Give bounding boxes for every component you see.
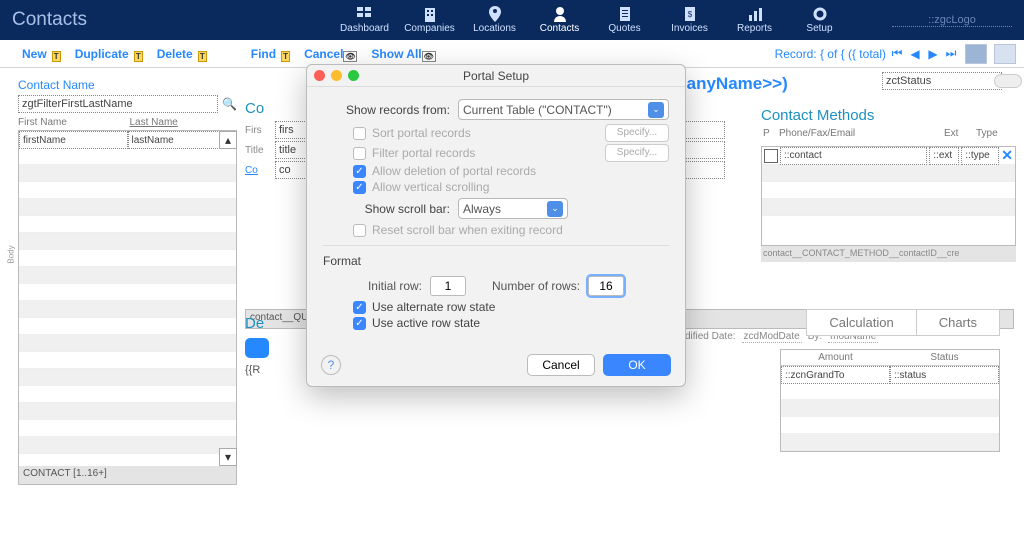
allow-scroll-checkbox[interactable]: ✓ bbox=[353, 181, 366, 194]
dropdown-icon: ⌄ bbox=[547, 201, 563, 217]
scrollbar-select[interactable]: Always ⌄ bbox=[458, 198, 568, 219]
help-button[interactable]: ? bbox=[321, 355, 341, 375]
filter-specify-button[interactable]: Specify... bbox=[605, 144, 669, 162]
modal-ok-button[interactable]: OK bbox=[603, 354, 671, 376]
reset-checkbox[interactable] bbox=[353, 224, 366, 237]
scrollbar-label: Show scroll bar: bbox=[323, 202, 458, 216]
sort-checkbox[interactable] bbox=[353, 127, 366, 140]
modal-title: Portal Setup bbox=[307, 65, 685, 87]
minimize-window-icon[interactable] bbox=[331, 70, 342, 81]
filter-checkbox[interactable] bbox=[353, 147, 366, 160]
modal-cancel-button[interactable]: Cancel bbox=[527, 354, 595, 376]
portal-setup-dialog: Portal Setup Show records from: Current … bbox=[306, 64, 686, 387]
modal-overlay: Portal Setup Show records from: Current … bbox=[0, 0, 1024, 559]
dropdown-icon: ⌄ bbox=[648, 102, 664, 118]
show-from-label: Show records from: bbox=[323, 103, 458, 117]
modal-titlebar: Portal Setup bbox=[307, 65, 685, 87]
active-row-checkbox[interactable]: ✓ bbox=[353, 317, 366, 330]
sort-specify-button[interactable]: Specify... bbox=[605, 124, 669, 142]
alt-row-checkbox[interactable]: ✓ bbox=[353, 301, 366, 314]
show-from-select[interactable]: Current Table ("CONTACT") ⌄ bbox=[458, 99, 669, 120]
allow-delete-checkbox[interactable]: ✓ bbox=[353, 165, 366, 178]
zoom-window-icon[interactable] bbox=[348, 70, 359, 81]
initial-row-input[interactable] bbox=[430, 276, 466, 296]
numrows-label: Number of rows: bbox=[492, 279, 580, 293]
number-of-rows-input[interactable] bbox=[588, 276, 624, 296]
format-label: Format bbox=[323, 254, 669, 268]
close-window-icon[interactable] bbox=[314, 70, 325, 81]
initrow-label: Initial row: bbox=[368, 279, 422, 293]
